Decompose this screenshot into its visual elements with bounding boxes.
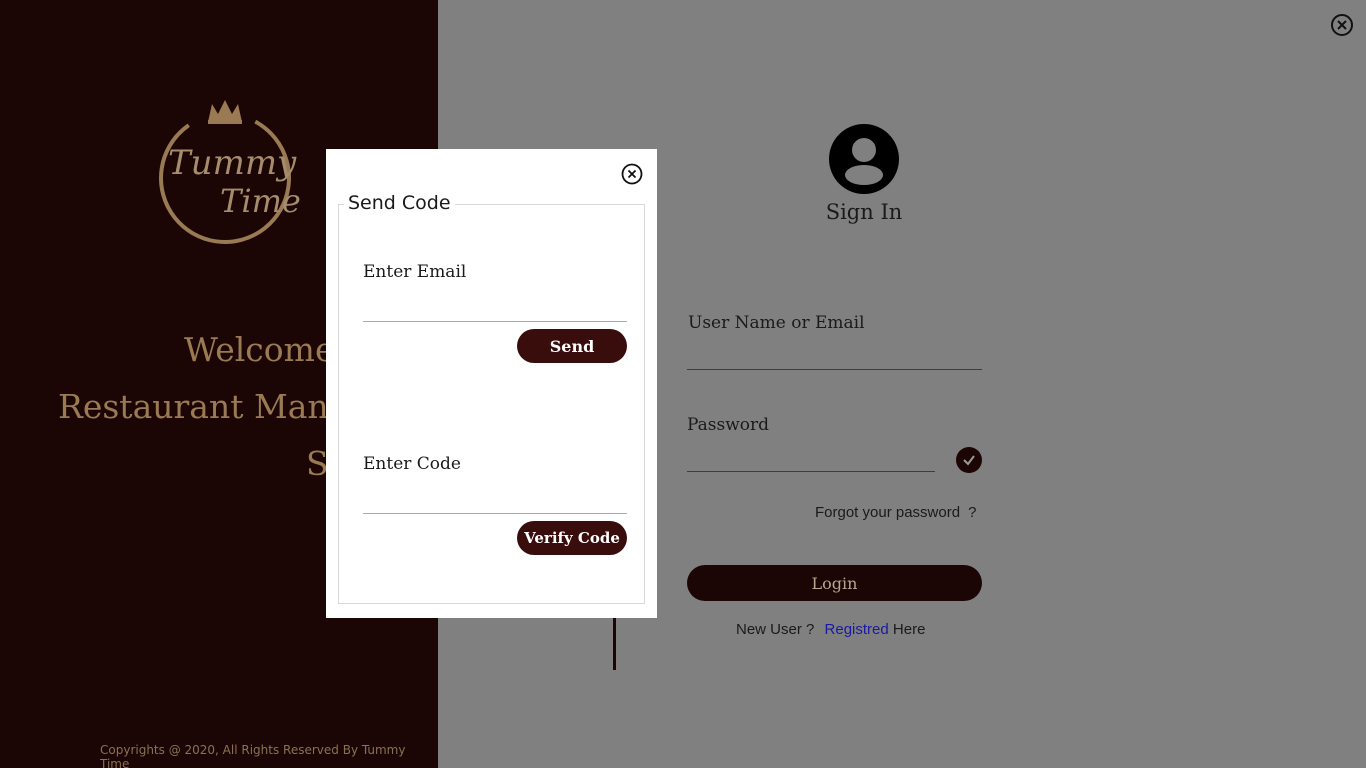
password-label: Password (687, 415, 770, 435)
user-avatar-icon (829, 124, 899, 194)
password-input[interactable] (687, 442, 935, 472)
password-check-button[interactable] (956, 447, 982, 473)
send-button[interactable]: Send (517, 329, 627, 363)
login-button[interactable]: Login (687, 565, 982, 601)
new-user-text: New User ? (736, 621, 815, 638)
signin-title: Sign In (825, 200, 903, 224)
code-label: Enter Code (363, 454, 461, 474)
forgot-password-link[interactable]: Forgot your password? (815, 504, 976, 521)
code-input[interactable] (363, 484, 627, 514)
close-icon[interactable] (1330, 13, 1354, 37)
svg-text:Time: Time (220, 182, 300, 220)
copyright-text: Copyrights @ 2020, All Rights Reserved B… (100, 743, 406, 768)
register-link[interactable]: Registred (825, 621, 889, 638)
forgot-password-text: Forgot your password (815, 504, 961, 521)
forgot-password-question: ? (968, 504, 977, 521)
username-label: User Name or Email (688, 313, 865, 333)
username-input[interactable] (687, 340, 982, 370)
svg-text:Tummy: Tummy (168, 143, 297, 183)
email-input[interactable] (363, 292, 627, 322)
verify-code-button[interactable]: Verify Code (517, 521, 627, 555)
check-icon (963, 455, 975, 466)
register-line: New User ? Registred Here (736, 621, 925, 638)
email-label: Enter Email (363, 262, 467, 282)
send-code-modal: Send Code Enter Email Send Enter Code Ve… (326, 149, 657, 618)
tummy-time-logo: Tummy Time (159, 100, 300, 244)
register-suffix: Here (892, 621, 926, 638)
close-icon[interactable] (621, 163, 643, 185)
send-code-legend: Send Code (344, 192, 455, 214)
